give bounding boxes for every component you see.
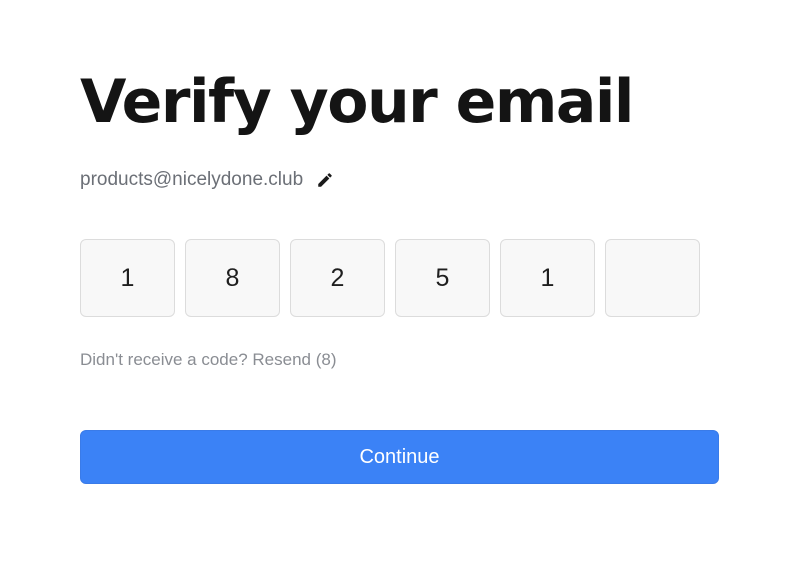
continue-button[interactable]: Continue bbox=[80, 430, 719, 484]
code-digit-4[interactable] bbox=[395, 239, 490, 317]
code-digit-3[interactable] bbox=[290, 239, 385, 317]
code-digit-2[interactable] bbox=[185, 239, 280, 317]
pencil-icon bbox=[318, 173, 332, 187]
verification-code-inputs bbox=[80, 239, 700, 317]
email-address: products@nicelydone.club bbox=[80, 169, 304, 190]
email-row: products@nicelydone.club bbox=[80, 168, 335, 192]
page-title: Verify your email bbox=[80, 67, 634, 137]
code-digit-6[interactable] bbox=[605, 239, 700, 317]
edit-email-button[interactable] bbox=[315, 170, 335, 190]
code-digit-1[interactable] bbox=[80, 239, 175, 317]
code-digit-5[interactable] bbox=[500, 239, 595, 317]
resend-code-link[interactable]: Didn't receive a code? Resend (8) bbox=[80, 350, 337, 370]
